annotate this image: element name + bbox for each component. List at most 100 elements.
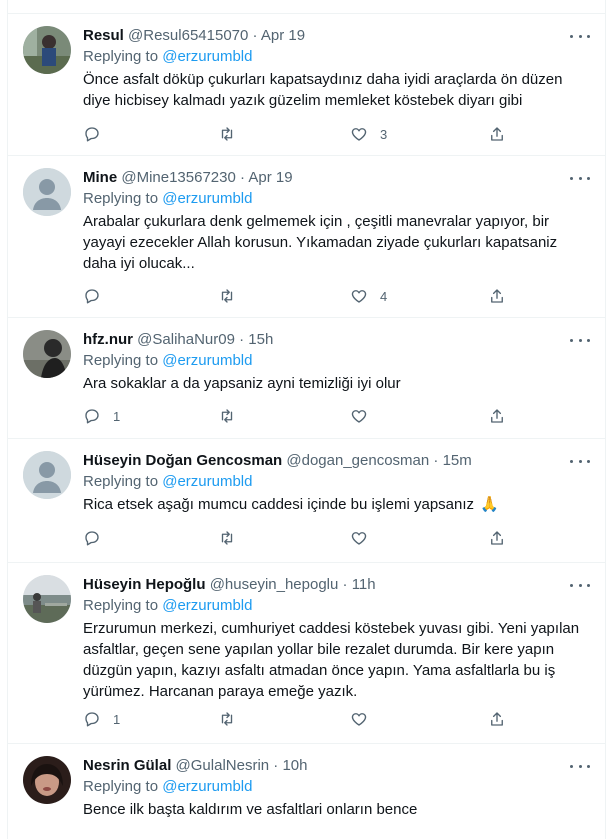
timestamp[interactable]: 15m [443,452,472,469]
more-options-icon[interactable] [570,28,590,44]
reply-tweet[interactable]: Mine @Mine13567230 · Apr 19 Replying to … [7,156,606,318]
retweet-button[interactable] [218,124,248,144]
replying-handle-link[interactable]: @erzurumbld [162,473,252,490]
retweet-icon [221,289,233,303]
replying-handle-link[interactable]: @erzurumbld [162,190,252,207]
like-button[interactable] [350,709,380,729]
reply-button[interactable] [83,286,113,306]
avatar[interactable] [23,26,71,74]
separator-dot: · [342,576,348,593]
share-button[interactable] [488,528,506,548]
share-button[interactable] [488,286,506,306]
reply-count: 1 [113,408,121,424]
like-button[interactable]: 4 [350,286,387,306]
avatar[interactable] [23,756,71,804]
reply-icon [85,531,99,546]
more-options-icon[interactable] [570,453,590,469]
retweet-button[interactable] [218,406,248,426]
reply-tweet[interactable]: Resul @Resul65415070 · Apr 19 Replying t… [7,14,606,156]
default-avatar-icon [23,451,71,499]
replying-label: Replying to [83,352,159,369]
more-options-icon[interactable] [570,332,590,348]
share-button[interactable] [488,124,506,144]
more-options-icon[interactable] [570,758,590,774]
reply-button[interactable] [83,528,113,548]
retweet-button[interactable] [218,286,248,306]
separator-dot: · [240,169,245,186]
display-name[interactable]: Hüseyin Hepoğlu [83,576,206,593]
replying-label: Replying to [83,597,159,614]
display-name[interactable]: Resul [83,27,124,44]
replying-handle-link[interactable]: @erzurumbld [162,48,252,65]
timestamp[interactable]: 11h [352,576,376,593]
user-handle[interactable]: @SalihaNur09 [137,331,235,348]
heart-icon [351,290,367,303]
user-handle[interactable]: @Mine13567230 [121,169,235,186]
action-bar: 4 [83,286,590,306]
replying-label: Replying to [83,778,159,795]
tweet-header: Hüseyin Hepoğlu @huseyin_hepoglu · 11h [83,575,590,595]
reply-button[interactable]: 1 [83,406,120,426]
heart-icon [351,713,367,726]
tweet-text: Bence ilk başta kaldırım ve asfaltlari o… [83,801,418,818]
action-bar: 1 [83,709,590,729]
avatar[interactable] [23,575,71,623]
reply-icon [85,127,99,142]
timestamp[interactable]: Apr 19 [261,27,305,44]
share-icon [491,712,503,726]
display-name[interactable]: Hüseyin Doğan Gencosman [83,452,282,469]
share-button[interactable] [488,406,506,426]
like-button[interactable]: 3 [350,124,387,144]
reply-count: 1 [113,711,121,727]
replying-to: Replying to @erzurumbld [83,472,590,492]
separator-dot: · [252,27,258,44]
timestamp[interactable]: 15h [248,331,273,348]
tweet-header: Hüseyin Doğan Gencosman @dogan_gencosman… [83,451,590,471]
like-button[interactable] [350,528,380,548]
reply-tweet[interactable]: Hüseyin Hepoğlu @huseyin_hepoglu · 11h R… [7,563,606,744]
replying-to: Replying to @erzurumbld [83,47,590,67]
timestamp[interactable]: 10h [282,757,307,774]
reply-tweet[interactable]: hfz.nur @SalihaNur09 · 15h Replying to @… [7,318,606,439]
display-name[interactable]: Nesrin Gülal [83,757,171,774]
share-icon [491,289,503,303]
action-bar: 1 [83,406,590,426]
user-handle[interactable]: @huseyin_hepoglu [210,576,339,593]
retweet-icon [221,409,233,423]
avatar[interactable] [23,330,71,378]
retweet-button[interactable] [218,528,248,548]
retweet-icon [221,127,233,141]
share-icon [491,409,503,423]
avatar[interactable] [23,168,71,216]
like-button[interactable] [350,406,380,426]
replying-label: Replying to [83,190,159,207]
reply-button[interactable]: 1 [83,709,120,729]
replying-to: Replying to @erzurumbld [83,189,590,209]
action-bar: 3 [83,124,590,144]
photo-landscape-icon [23,575,71,623]
timestamp[interactable]: Apr 19 [248,169,292,186]
replying-to: Replying to @erzurumbld [83,777,590,797]
replying-handle-link[interactable]: @erzurumbld [162,778,252,795]
photo-person-icon [23,26,71,74]
reply-tweet[interactable]: Nesrin Gülal @GulalNesrin · 10h Replying… [7,744,606,839]
heart-icon [351,410,367,423]
display-name[interactable]: hfz.nur [83,331,133,348]
display-name[interactable]: Mine [83,169,117,186]
tweet-text-content: Rica etsek aşağı mumcu caddesi içinde bu… [83,496,475,513]
reply-tweet[interactable]: Hüseyin Doğan Gencosman @dogan_gencosman… [7,439,606,563]
user-handle[interactable]: @dogan_gencosman [286,452,429,469]
reply-button[interactable] [83,124,113,144]
more-options-icon[interactable] [570,170,590,186]
user-handle[interactable]: @GulalNesrin [176,757,270,774]
replying-handle-link[interactable]: @erzurumbld [162,352,252,369]
replying-handle-link[interactable]: @erzurumbld [162,597,252,614]
user-handle[interactable]: @Resul65415070 [128,27,248,44]
default-avatar-icon [23,168,71,216]
heart-icon [351,532,367,545]
avatar[interactable] [23,451,71,499]
retweet-button[interactable] [218,709,248,729]
tweet-header: hfz.nur @SalihaNur09 · 15h [83,330,590,350]
share-button[interactable] [488,709,506,729]
more-options-icon[interactable] [570,577,590,593]
